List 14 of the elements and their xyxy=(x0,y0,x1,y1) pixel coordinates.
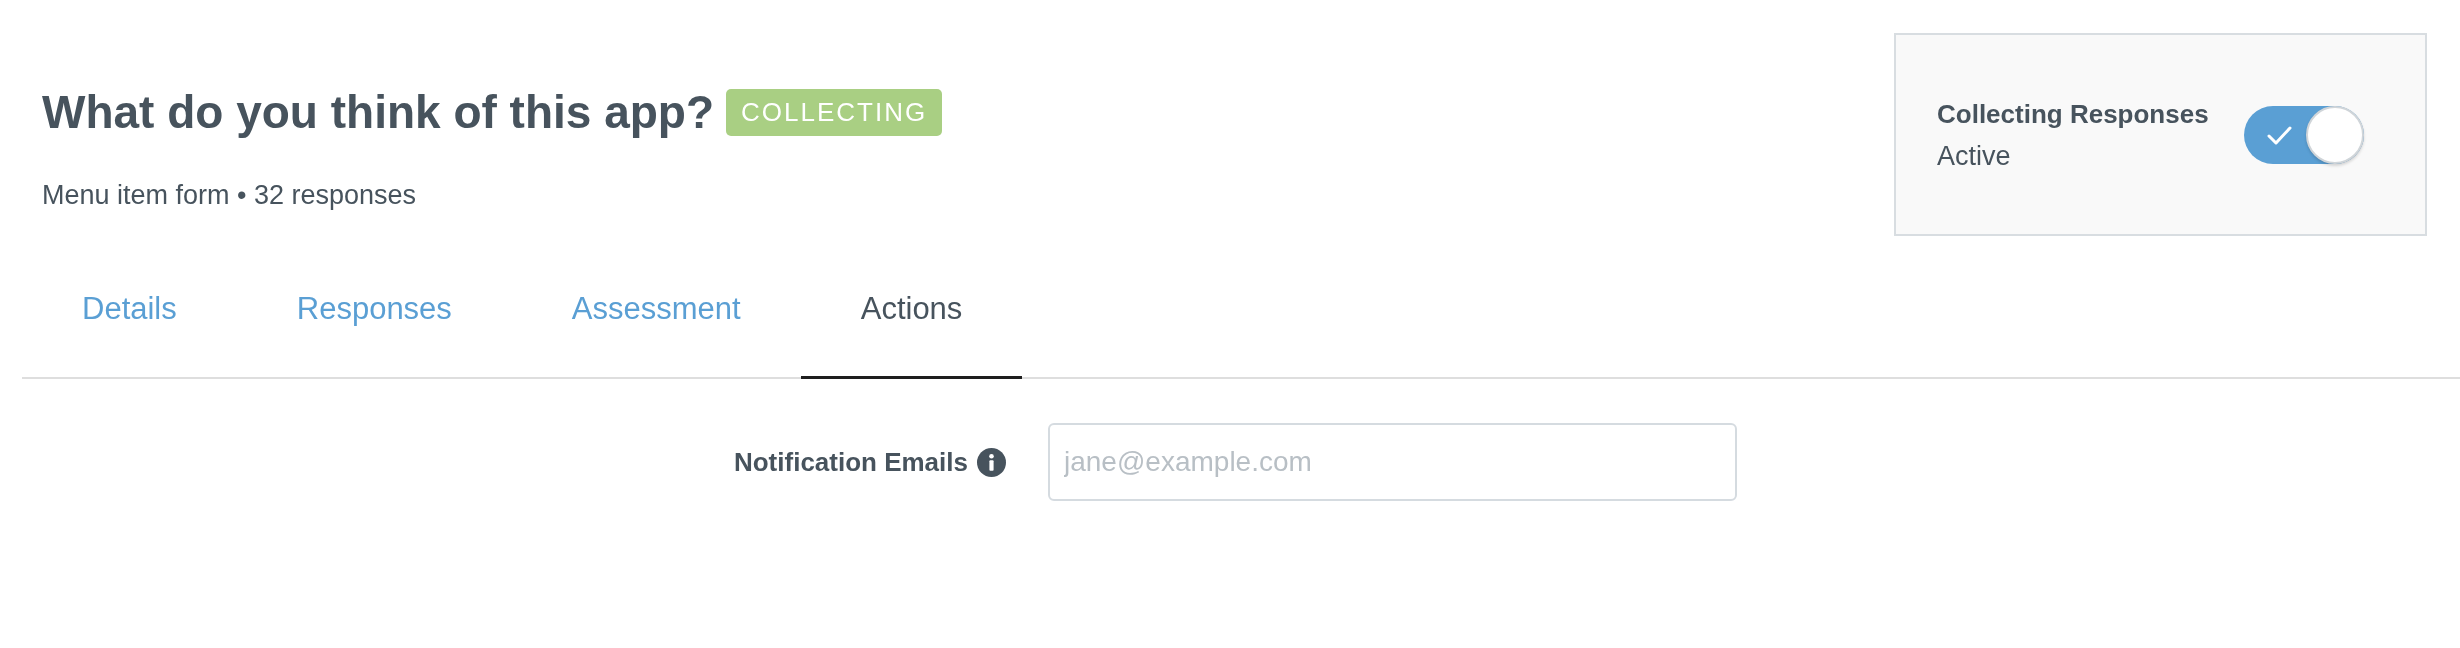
tab[interactable]: Assessment xyxy=(511,250,801,379)
tab[interactable]: Actions xyxy=(800,250,1023,379)
collecting-label: Collecting Responses xyxy=(1937,97,2209,131)
collecting-status: Active xyxy=(1937,139,2012,173)
check-icon xyxy=(2267,125,2292,145)
tab[interactable]: Details xyxy=(22,250,237,379)
status-badge: COLLECTING xyxy=(726,88,943,136)
page-title: What do you think of this app? xyxy=(42,85,715,140)
info-icon[interactable] xyxy=(977,447,1006,477)
form-subtitle: Menu item form • 32 responses xyxy=(42,179,418,211)
email-input[interactable]: jane@example.com xyxy=(1048,423,1737,501)
tab[interactable]: Responses xyxy=(236,250,512,379)
field-label: Notification Emails xyxy=(733,446,968,478)
toggle-switch[interactable] xyxy=(2244,105,2364,164)
